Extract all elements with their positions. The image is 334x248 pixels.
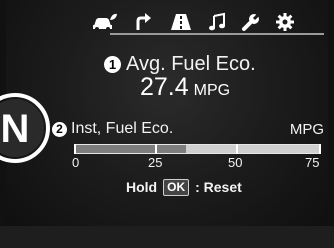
tab-navigation[interactable] [130,10,156,34]
gear-letter: N [1,107,30,151]
scale-label-25: 25 [148,155,163,170]
hold-label: Hold [126,179,158,195]
tab-road[interactable] [168,10,194,34]
inst-fuel-eco-unit: MPG [289,120,324,138]
tab-service[interactable] [238,10,264,34]
tab-car-eco[interactable] [92,10,118,34]
inst-fuel-eco-header: 2 Inst, Fuel Eco. MPG [52,117,324,141]
menu-tab-bar [92,10,314,34]
ok-button[interactable]: OK [163,178,190,196]
cluster-screen: 1 Avg. Fuel Eco. 27.4 MPG N 2 Inst, Fuel… [0,0,334,248]
road-icon [171,14,191,30]
scale-tick-50 [236,144,238,154]
avg-fuel-eco-value: 27.4 MPG [140,73,230,102]
callout-badge-1: 1 [104,55,121,73]
reset-hint: Hold OK : Reset [126,177,242,197]
tab-settings[interactable] [272,10,298,34]
scale-label-0: 0 [72,155,80,170]
car-leaf-icon [93,13,117,31]
inst-fuel-eco-label: Inst, Fuel Eco. [71,120,174,137]
gear-icon [276,13,294,31]
scale-label-50: 50 [228,155,243,170]
inst-fuel-eco-bar-fill [76,145,186,153]
music-note-icon [209,12,225,31]
screen-edge-right [328,0,334,248]
scale-label-75: 75 [305,155,320,170]
inst-fuel-eco-bar [75,144,321,154]
scale-tick-75 [319,144,321,154]
avg-fuel-eco-number: 27.4 [140,73,189,101]
avg-fuel-eco-unit: MPG [193,82,231,99]
tab-music[interactable] [204,10,230,34]
callout-badge-2: 2 [52,121,67,137]
scale-tick-25 [155,144,157,154]
scale-tick-0 [74,144,76,154]
wrench-icon [242,12,261,31]
tab-active-underline [110,33,324,35]
reset-label: : Reset [195,179,242,195]
turn-arrow-icon [136,13,151,30]
screen-bottom-bar [0,226,334,248]
